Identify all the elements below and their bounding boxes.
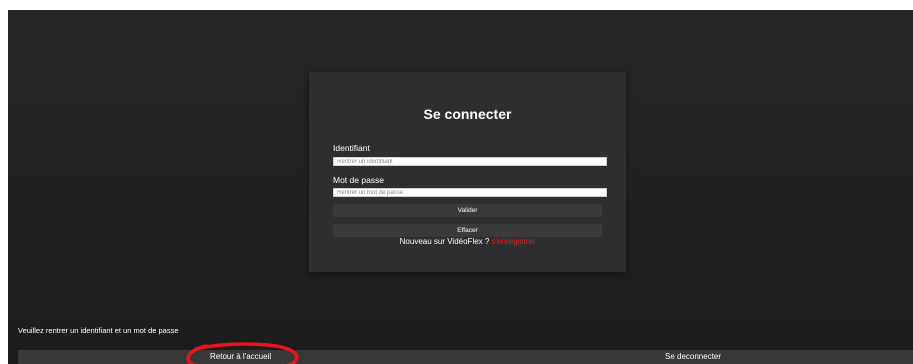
clear-button[interactable]: Effacer	[333, 224, 602, 237]
login-title: Se connecter	[423, 106, 512, 122]
password-input[interactable]	[333, 188, 607, 197]
login-card: Se connecter Identifiant Mot de passe Va…	[309, 72, 626, 272]
register-line: Nouveau sur VidéoFlex ? s'enregistrer	[309, 237, 626, 246]
username-label: Identifiant	[333, 143, 370, 153]
logout-link[interactable]: Se deconnecter	[665, 352, 721, 361]
username-input[interactable]	[333, 157, 607, 166]
status-message: Veuillez rentrer un identifiant et un mo…	[18, 326, 179, 335]
register-link[interactable]: s'enregistrer	[492, 237, 536, 246]
submit-button[interactable]: Valider	[333, 204, 602, 217]
home-link[interactable]: Retour à l'accueil	[210, 352, 271, 361]
bottom-nav-bar: Retour à l'accueil Se deconnecter	[18, 350, 913, 364]
register-prompt: Nouveau sur VidéoFlex ?	[399, 237, 490, 246]
app-window: Se connecter Identifiant Mot de passe Va…	[8, 10, 913, 364]
password-label: Mot de passe	[333, 175, 385, 185]
